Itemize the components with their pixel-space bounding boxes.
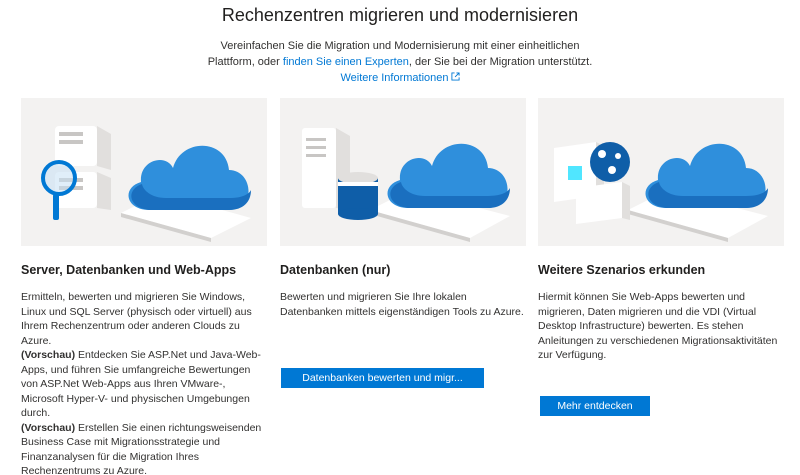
card-databases-title: Datenbanken (nur) xyxy=(280,263,391,277)
external-link-icon xyxy=(450,72,460,81)
more-info-label: Weitere Informationen xyxy=(340,72,449,84)
card-servers-paragraph-2: (Vorschau) Entdecken Sie ASP.Net und Jav… xyxy=(21,348,267,421)
card-databases-illustration xyxy=(280,98,526,246)
card-more-scenarios-title: Weitere Szenarios erkunden xyxy=(538,263,706,277)
assess-migrate-databases-button[interactable]: Datenbanken bewerten und migr... xyxy=(281,368,484,388)
explore-more-button[interactable]: Mehr entdecken xyxy=(540,396,650,416)
card-more-scenarios: Weitere Szenarios erkunden Hiermit könne… xyxy=(538,98,784,475)
find-expert-link[interactable]: finden Sie einen Experten xyxy=(283,56,409,68)
card-databases: Datenbanken (nur) Bewerten und migrieren… xyxy=(280,98,526,475)
database-icon xyxy=(338,172,378,220)
cloud-icon xyxy=(645,143,768,208)
card-servers-description: Ermitteln, bewerten und migrieren Sie Wi… xyxy=(21,290,267,475)
card-databases-description: Bewerten und migrieren Sie Ihre lokalen … xyxy=(280,291,524,318)
page-subtitle: Vereinfachen Sie die Migration und Moder… xyxy=(200,38,600,86)
card-servers-title: Server, Datenbanken und Web-Apps xyxy=(21,263,237,277)
window-icon xyxy=(576,182,630,224)
card-servers-illustration xyxy=(21,98,267,246)
globe-icon xyxy=(590,142,630,182)
card-servers-paragraph-1: Ermitteln, bewerten und migrieren Sie Wi… xyxy=(21,291,252,347)
card-more-scenarios-description: Hiermit können Sie Web-Apps bewerten und… xyxy=(538,291,778,361)
cloud-icon xyxy=(387,143,510,208)
card-servers: Server, Datenbanken und Web-Apps Ermitte… xyxy=(21,98,267,475)
cloud-icon xyxy=(128,145,251,210)
page-title: Rechenzentren migrieren und modernisiere… xyxy=(221,5,579,25)
preview-label: (Vorschau) xyxy=(21,349,76,361)
card-more-scenarios-illustration xyxy=(538,98,784,246)
preview-label: (Vorschau) xyxy=(21,421,76,434)
card-servers-paragraph-3: (Vorschau) Erstellen Sie einen richtungs… xyxy=(21,421,267,475)
magnifier-icon xyxy=(41,160,77,220)
more-info-link[interactable]: Weitere Informationen xyxy=(340,72,460,84)
subtitle-text-2: , der Sie bei der Migration unterstützt. xyxy=(408,56,593,68)
